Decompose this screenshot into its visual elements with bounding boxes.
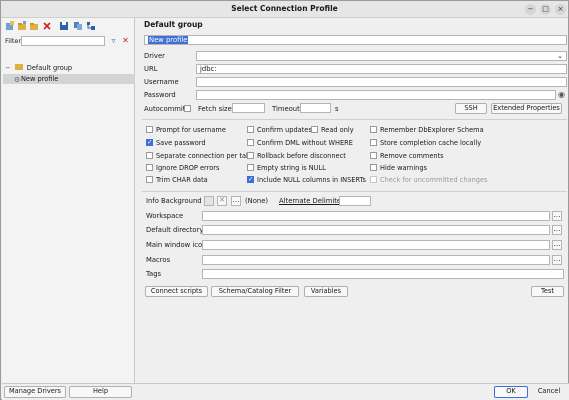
url-label: URL	[144, 65, 158, 73]
connect-scripts-button[interactable]: Connect scripts	[145, 286, 208, 297]
profile-name-value: New profile	[148, 36, 189, 44]
extended-properties-button[interactable]: Extended Properties	[491, 103, 562, 114]
save-icon[interactable]	[59, 21, 69, 31]
default-directory-input[interactable]	[202, 225, 550, 235]
show-password-icon[interactable]: ◉	[558, 90, 565, 99]
driver-select[interactable]: ⌄	[196, 51, 567, 61]
main-window-icon-browse-button[interactable]: …	[552, 240, 562, 250]
remember-schema-checkbox[interactable]: Remember DbExplorer Schema	[370, 126, 484, 135]
confirm-updates-checkbox[interactable]: Confirm updates	[247, 126, 312, 135]
driver-label: Driver	[144, 52, 165, 60]
password-label: Password	[144, 91, 176, 99]
group-title: Default group	[144, 20, 203, 29]
timeout-label: Timeout	[272, 105, 300, 113]
filter-label: Filter	[5, 37, 22, 45]
new-connection-icon[interactable]	[5, 21, 15, 31]
maximize-button[interactable]: □	[540, 4, 551, 15]
window-title: Select Connection Profile	[231, 4, 338, 13]
timeout-input[interactable]	[300, 103, 331, 113]
color-swatch[interactable]	[204, 196, 214, 206]
test-button[interactable]: Test	[531, 286, 564, 297]
delete-icon[interactable]	[42, 21, 52, 31]
autocommit-checkbox[interactable]	[184, 105, 194, 114]
separate-connection-checkbox[interactable]: Separate connection per tab	[146, 152, 250, 161]
clear-color-icon[interactable]: ✕	[217, 196, 227, 206]
timeout-unit: s	[335, 105, 339, 113]
empty-string-null-checkbox[interactable]: Empty string is NULL	[247, 164, 326, 173]
read-only-checkbox[interactable]: Read only	[311, 126, 354, 135]
check-uncommitted-checkbox: Check for uncommitted changes	[370, 176, 487, 185]
fetch-size-label: Fetch size	[198, 105, 232, 113]
copy-icon[interactable]	[73, 21, 83, 31]
title-bar: Select Connection Profile − □ ×	[1, 1, 568, 18]
help-button[interactable]: Help	[69, 386, 132, 398]
connection-icon: ⚙	[14, 76, 21, 84]
profile-label: New profile	[21, 75, 59, 83]
main-window-icon-label: Main window icon	[146, 241, 207, 249]
divider	[142, 191, 567, 192]
fetch-size-input[interactable]	[232, 103, 265, 113]
tree-group-default[interactable]: − Default group	[5, 64, 134, 73]
alternate-delimiter-input[interactable]	[339, 196, 371, 206]
new-group-icon[interactable]	[17, 21, 27, 31]
folder-icon	[14, 64, 23, 70]
prompt-username-checkbox[interactable]: Prompt for username	[146, 126, 226, 135]
ok-button[interactable]: OK	[494, 386, 528, 398]
tree-icon[interactable]	[86, 21, 96, 31]
url-input[interactable]: jdbc:	[196, 64, 567, 74]
rollback-checkbox[interactable]: Rollback before disconnect	[247, 152, 346, 161]
choose-color-button[interactable]: …	[231, 196, 241, 206]
ignore-drop-errors-checkbox[interactable]: Ignore DROP errors	[146, 164, 219, 173]
dialog-button-bar: Manage Drivers Help OK Cancel	[2, 383, 569, 400]
confirm-dml-checkbox[interactable]: Confirm DML without WHERE	[247, 139, 353, 148]
username-label: Username	[144, 78, 179, 86]
filter-input[interactable]	[21, 36, 105, 46]
variables-button[interactable]: Variables	[304, 286, 348, 297]
hide-warnings-checkbox[interactable]: Hide warnings	[370, 164, 427, 173]
folder-icon[interactable]	[29, 21, 39, 31]
default-directory-label: Default directory	[146, 226, 204, 234]
alternate-delimiter-label[interactable]: Alternate Delimiter	[279, 197, 344, 206]
trim-char-checkbox[interactable]: Trim CHAR data	[146, 176, 208, 185]
color-value: (None)	[245, 197, 269, 205]
chevron-down-icon: ⌄	[557, 52, 563, 60]
profile-tree-panel: Filter ▿ ✕ − Default group ⚙ New profile	[2, 18, 135, 383]
divider	[142, 119, 567, 120]
macros-label: Macros	[146, 256, 171, 264]
include-null-columns-checkbox[interactable]: Include NULL columns in INSERTs	[247, 175, 366, 185]
ssh-button[interactable]: SSH	[455, 103, 487, 114]
info-background-label: Info Background	[146, 197, 202, 205]
macros-input[interactable]	[202, 255, 550, 265]
filter-icon[interactable]: ▿	[109, 36, 118, 45]
connection-profile-dialog: Select Connection Profile − □ × Filter ▿…	[0, 0, 569, 400]
store-completion-cache-checkbox[interactable]: Store completion cache locally	[370, 139, 481, 148]
tags-input[interactable]	[202, 269, 564, 279]
autocommit-label: Autocommit	[144, 105, 186, 113]
default-directory-browse-button[interactable]: …	[552, 225, 562, 235]
workspace-input[interactable]	[202, 211, 550, 221]
manage-drivers-button[interactable]: Manage Drivers	[4, 386, 66, 398]
schema-catalog-filter-button[interactable]: Schema/Catalog Filter	[211, 286, 299, 297]
workspace-label: Workspace	[146, 212, 184, 220]
clear-filter-icon[interactable]: ✕	[121, 36, 130, 45]
remove-comments-checkbox[interactable]: Remove comments	[370, 152, 444, 161]
group-label: Default group	[26, 64, 73, 72]
password-input[interactable]	[196, 90, 556, 100]
tags-label: Tags	[146, 270, 162, 278]
close-button[interactable]: ×	[555, 4, 566, 15]
cancel-button[interactable]: Cancel	[532, 386, 566, 398]
macros-browse-button[interactable]: …	[552, 255, 562, 265]
save-password-checkbox[interactable]: Save password	[146, 138, 206, 148]
profile-name-input[interactable]: New profile	[144, 35, 567, 45]
tree-item-new-profile[interactable]: ⚙ New profile	[3, 74, 135, 84]
username-input[interactable]	[196, 77, 567, 87]
collapse-icon[interactable]: −	[5, 64, 11, 72]
main-window-icon-input[interactable]	[202, 240, 550, 250]
minimize-button[interactable]: −	[525, 4, 536, 15]
workspace-browse-button[interactable]: …	[552, 211, 562, 221]
